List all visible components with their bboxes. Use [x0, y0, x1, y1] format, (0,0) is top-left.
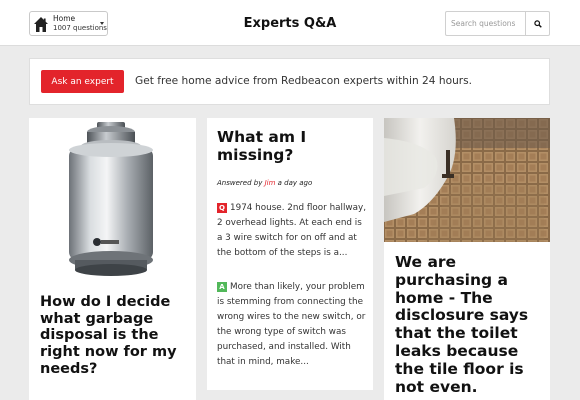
banner-text: Get free home advice from Redbeacon expe… — [135, 75, 473, 87]
question-card[interactable]: What am I missing? Answered by Jim a day… — [207, 118, 373, 390]
answer-badge: A — [217, 282, 227, 292]
answered-prefix: Answered by — [217, 179, 263, 187]
answered-by-line: Answered by Jim a day ago — [217, 179, 312, 187]
question-card[interactable]: We are purchasing a home - The disclosur… — [384, 118, 550, 400]
question-title[interactable]: How do I decide what garbage disposal is… — [40, 294, 192, 377]
answer-excerpt-text: More than likely, your problem is stemmi… — [217, 282, 366, 367]
answered-time: a day ago — [277, 179, 313, 187]
answer-excerpt: A More than likely, your problem is stemm… — [217, 280, 367, 370]
question-card[interactable]: How do I decide what garbage disposal is… — [29, 118, 196, 400]
ask-expert-banner: Ask an expert Get free home advice from … — [29, 58, 550, 105]
question-badge: Q — [217, 203, 227, 213]
answerer-link[interactable]: Jim — [265, 179, 276, 187]
garbage-disposal-photo — [69, 122, 153, 276]
question-title[interactable]: What am I missing? — [217, 128, 367, 165]
search-icon — [533, 19, 542, 28]
search-button[interactable] — [526, 12, 549, 35]
search-input[interactable] — [446, 12, 526, 35]
toilet-tile-floor-photo — [384, 118, 550, 242]
ask-expert-button[interactable]: Ask an expert — [41, 70, 124, 93]
question-excerpt: Q 1974 house. 2nd floor hallway, 2 overhe… — [217, 201, 367, 261]
search-box — [445, 11, 550, 36]
question-title[interactable]: We are purchasing a home - The disclosur… — [395, 253, 547, 397]
question-excerpt-text: 1974 house. 2nd floor hallway, 2 overhea… — [217, 203, 367, 258]
top-header: Home 1007 questions Experts Q&A — [0, 0, 580, 46]
